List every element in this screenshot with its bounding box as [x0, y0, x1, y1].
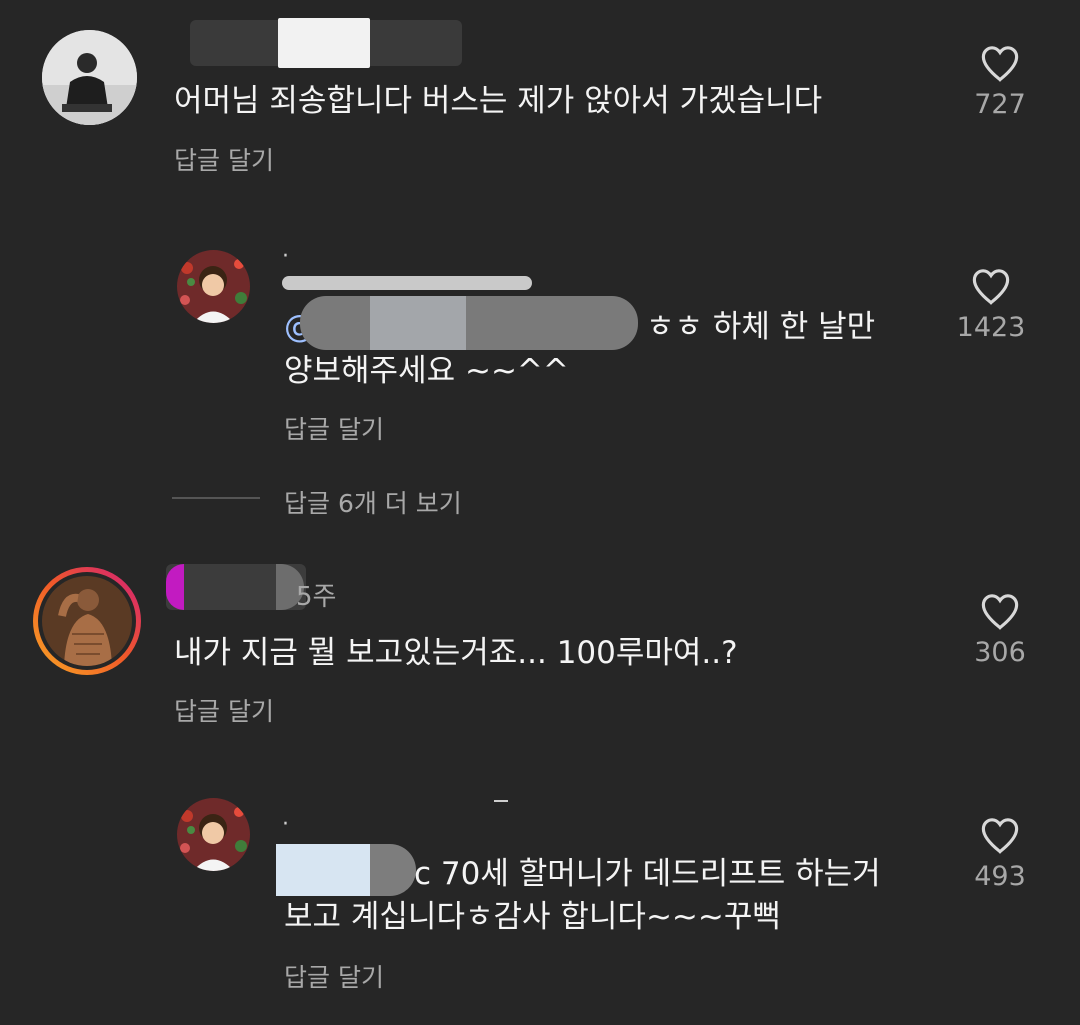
comment-text: c 70세 할머니가 데드리프트 하는거	[414, 856, 881, 892]
username-redacted-highlight	[276, 844, 370, 896]
divider	[172, 497, 260, 499]
heart-outline-icon[interactable]	[979, 43, 1021, 83]
comment-text: 어머님 죄송합니다 버스는 제가 앉아서 가겠습니다	[174, 83, 823, 119]
comment-text: ㅎㅎ 하체 한 날만	[646, 309, 876, 345]
timestamp: 5주	[296, 582, 337, 612]
username-dot: ·	[282, 812, 289, 837]
comments-screen: 어머님 죄송합니다 버스는 제가 앉아서 가겠습니다 답글 달기 727 · @…	[0, 0, 1080, 1025]
reply-button[interactable]: 답글 달기	[284, 410, 384, 446]
heart-outline-icon[interactable]	[979, 591, 1021, 631]
like-control[interactable]: 493	[955, 815, 1045, 892]
avatar-story-ring[interactable]	[33, 567, 141, 675]
like-control[interactable]: 1423	[946, 266, 1036, 343]
username-redacted-highlight	[278, 18, 370, 68]
heart-outline-icon[interactable]	[979, 815, 1021, 855]
reply-button[interactable]: 답글 달기	[284, 958, 384, 994]
like-count: 727	[974, 89, 1026, 120]
view-more-replies-button[interactable]: 답글 6개 더 보기	[284, 484, 462, 520]
heart-outline-icon[interactable]	[970, 266, 1012, 306]
reply-button[interactable]: 답글 달기	[174, 141, 274, 177]
comment-text-line2: 보고 계십니다ㅎ감사 합니다~~~꾸뻑	[284, 899, 781, 935]
like-count: 306	[974, 637, 1026, 668]
like-count: 493	[974, 861, 1026, 892]
username-redacted	[282, 276, 532, 290]
mention-redacted-highlight	[370, 296, 466, 350]
avatar[interactable]	[42, 30, 137, 125]
avatar[interactable]	[177, 798, 250, 871]
like-control[interactable]: 727	[955, 43, 1045, 120]
like-count: 1423	[956, 312, 1026, 343]
username-dot: ·	[282, 244, 289, 269]
like-control[interactable]: 306	[955, 591, 1045, 668]
comment-text: 내가 지금 뭘 보고있는거죠... 100루마여..?	[174, 635, 738, 671]
reply-button[interactable]: 답글 달기	[174, 692, 274, 728]
mention-redacted	[300, 296, 638, 350]
comment-text-line2: 양보해주세요 ~~^^	[284, 353, 569, 389]
timestamp-redacted	[494, 800, 508, 830]
avatar[interactable]	[177, 250, 250, 323]
